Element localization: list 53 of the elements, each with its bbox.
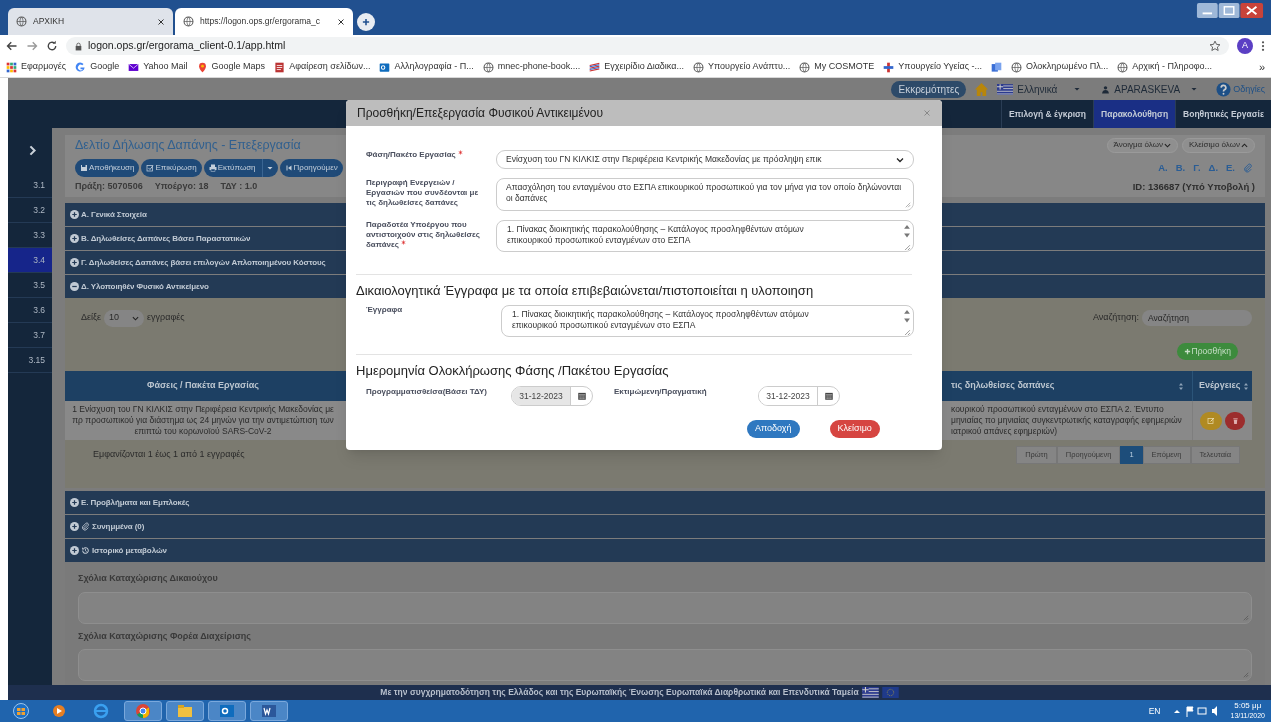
button-label: Επικύρωση xyxy=(155,162,197,174)
bookmark-label: Εγχειρίδιο Διαδικα... xyxy=(604,60,684,74)
language-label: Ελληνικά xyxy=(1017,82,1058,97)
bookmark-label: Υπουργείο Ανάπτυ... xyxy=(707,60,791,74)
field-label: Παραδοτέα Υποέργου που αντιστοιχούν στις δηλωθείσες δαπάνες xyxy=(365,220,481,250)
section-heading: Ημερομηνία Ολοκλήρωσης Φάσης /Πακέτου Εργασίας xyxy=(356,361,670,380)
bookmark-label: Yahoo Mail xyxy=(143,60,188,74)
user-name: APARASKEVA xyxy=(1114,82,1181,97)
table-cell-text: κουρικού προσωπικού ενταγμένων στο ΕΣΠΑ 2. Έντυπο μηνιαίας πο μηνιαίας συγκεντρωτικής καταγραφής εφημεριών ιατρικού απάνες εφημεριών) xyxy=(950,403,1183,438)
bookmark-label: Αλληλογραφία - Π... xyxy=(394,60,474,74)
clock-time: 5:05 μμ xyxy=(1234,701,1262,711)
tab-title: ΑΡΧΙΚΗ xyxy=(33,15,66,28)
form-title: Δελτίο Δήλωσης Δαπάνης - Επεξεργασία xyxy=(75,136,301,154)
button-label: Άνοιγμα όλων xyxy=(1113,139,1163,151)
table-cell-text: 1 Ενίσχυση του ΓΝ ΚΙΛΚΙΣ στην Περιφέρεια Κεντρικής Μακεδονίας με πρ προσωπικού για διάστημα ως 24 μηνών για την αντιμετώπιση των επιπτώ του κορωνοϊού SARS-CoV-2 xyxy=(71,403,335,438)
info-text: Πράξη: 5070506 xyxy=(75,180,143,194)
field-label: Φάση/Πακέτο Εργασίας xyxy=(356,150,496,160)
field-label: Προγραμματισθείσα(Βάσει ΤΔΥ) xyxy=(365,386,488,398)
bookmark-label: Εφαρμογές xyxy=(21,60,67,74)
record-id: ID: 136687 (Υπό Υποβολή ) xyxy=(1132,180,1255,194)
button-label: Προσθήκη xyxy=(1191,345,1231,358)
field-label: Σχόλια Καταχώρισης Φορέα Διαχείρισης xyxy=(78,629,252,643)
button-label: Κλείσιμο όλων xyxy=(1188,139,1240,151)
bookmark-label: My COSMOTE xyxy=(814,60,875,74)
dialog-title: Προσθήκη/Επεξεργασία Φυσικού Αντικειμένου xyxy=(357,105,604,122)
button-label: Αποθήκευση xyxy=(89,162,135,174)
url-text: logon.ops.gr/ergorama_client-0.1/app.html xyxy=(88,38,286,54)
section-heading: Δικαιολογητικά Έγγραφα με τα οποία επιβεβαιώνεται/πιστοποιείται η υλοποιηση xyxy=(356,282,815,300)
field-label: Έγγραφα xyxy=(365,304,404,315)
column-header: Φάσεις / Πακέτα Εργασίας xyxy=(146,379,260,393)
bookmark-label: Ολοκληρωμένο Πλ... xyxy=(1026,60,1109,74)
field-label: Εκτιμώμενη/Πραγματική xyxy=(614,386,708,398)
search-label: Αναζήτηση: xyxy=(1093,311,1139,325)
label: εγγραφές xyxy=(147,311,185,325)
button-label: Προηγούμεν xyxy=(293,162,338,174)
bookmark-label: Google Maps xyxy=(211,60,266,74)
bookmark-label: Υπουργείο Υγείας -... xyxy=(898,60,982,74)
field-label: Περιγραφή Ενεργειών / Εργασιών που συνδέονται με τις δηλωθείσες δαπάνες xyxy=(365,178,480,208)
info-text: ΤΔΥ : 1.0 xyxy=(220,180,258,194)
help-label: Οδηγίες xyxy=(1233,83,1265,96)
bookmark-label: mnec-phone-book.... xyxy=(497,60,581,74)
footer-text: Με την συγχρηματοδότηση της Ελλάδος και της Ευρωπαϊκής Ένωσης Ευρωπαϊκά Διαρθρωτικά και Επενδυτικά Ταμεία xyxy=(380,686,859,699)
bookmark-label: Αφαίρεση σελίδων... xyxy=(289,60,371,74)
label: Δείξε xyxy=(81,311,102,325)
summary-text: Εμφανίζονται 1 έως 1 από 1 εγγραφές xyxy=(93,448,245,462)
info-text: Υποέργο: 18 xyxy=(154,180,209,194)
field-label: Σχόλια Καταχώρισης Δικαιούχου xyxy=(78,572,219,585)
bookmark-label: Αρχική - Πληροφο... xyxy=(1132,60,1213,74)
button-label: Εκτύπωση xyxy=(217,162,256,174)
tab-title: https://logon.ops.gr/ergorama_c xyxy=(200,15,321,28)
column-header: τις δηλωθείσες δαπάνες xyxy=(947,371,1192,401)
language-indicator: EN xyxy=(1148,704,1161,718)
bookmark-label: Google xyxy=(90,60,120,74)
